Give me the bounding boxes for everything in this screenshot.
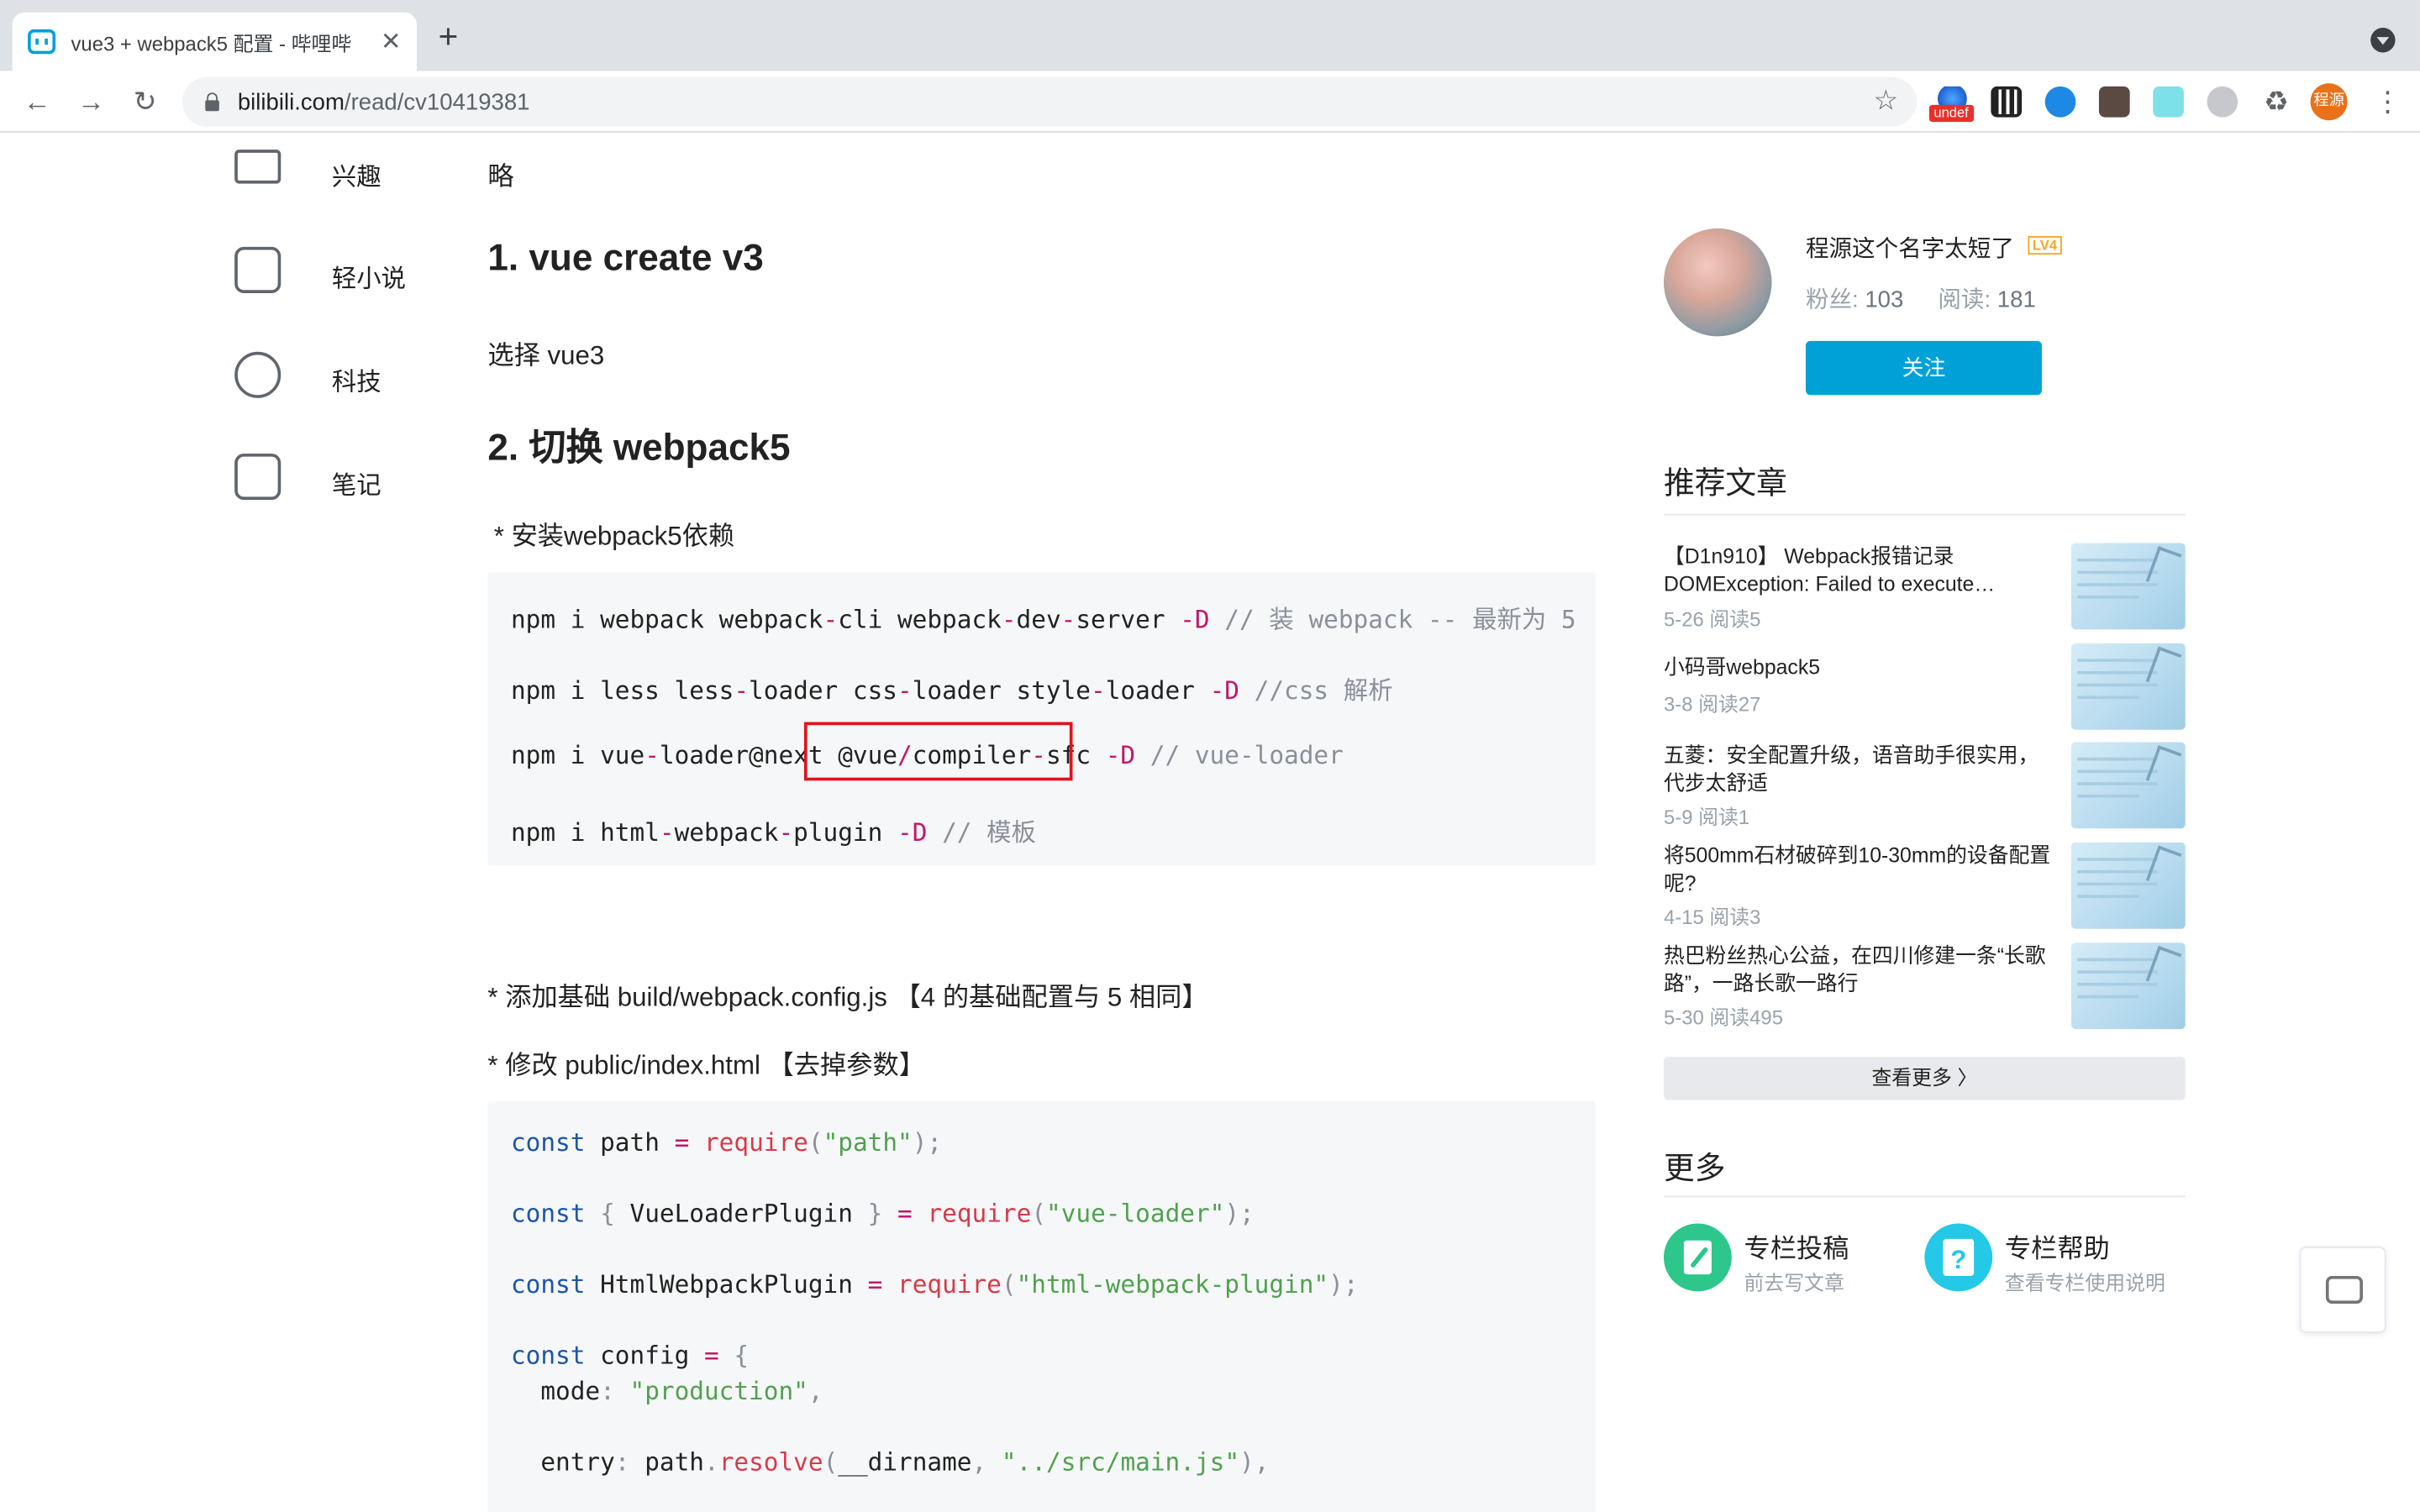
bullet-item: * 安装webpack5依赖 [493,521,735,551]
extension-swirl-icon[interactable] [2044,86,2076,118]
recommended-article[interactable]: 将500mm石材破碎到10-30mm的设备配置呢? 4-15 阅读3 [1663,842,2186,929]
url-text: bilibili.com/read/cv10419381 [237,88,530,115]
svg-text:?: ? [1950,1245,1966,1274]
rec-meta: 5-30 阅读495 [1663,1005,1783,1030]
code-line: npm i less less-loader css-loader style-… [510,675,1393,706]
author-stats: 粉丝: 103 阅读: 181 [1806,282,2036,315]
rec-meta: 5-9 阅读1 [1663,805,1750,829]
code-line: const config = { [510,1341,750,1370]
nav-item-light-novel[interactable]: 轻小说 [234,246,406,293]
code-block: npm i webpack webpack-cli webpack-dev-se… [487,572,1597,866]
rec-thumbnail [2070,942,2186,1030]
browser-tab[interactable]: vue3 + webpack5 配置 - 哔哩哔 ✕ [12,12,417,71]
card-subtitle: 查看专栏使用说明 [2004,1271,2165,1294]
bullet-item: * 修改 public/index.html 【去掉参数】 [487,1050,925,1080]
book-icon [234,246,281,293]
divider [1663,513,2186,516]
rec-meta: 4-15 阅读3 [1663,906,1761,929]
level-badge: LV4 [2028,236,2062,255]
divider [1663,1195,2186,1198]
back-arrow-icon[interactable]: ← [18,83,55,120]
edit-note-icon [234,453,281,501]
code-line: const path = require("path"); [510,1127,943,1158]
recommended-article[interactable]: 五菱：安全配置升级，语音助手很实用，代步太舒适 5-9 阅读1 [1663,742,2186,829]
bullet-item: * 添加基础 build/webpack.config.js 【4 的基础配置与… [487,982,1208,1012]
easel-icon [234,150,281,184]
rec-thumbnail [2070,742,2186,829]
nav-item-label: 轻小说 [331,266,407,293]
rec-thumbnail [2070,543,2186,630]
nav-item-label: 兴趣 [331,165,381,192]
rec-title: 【D1n910】 Webpack报错记录 DOMException: Faile… [1663,544,1996,596]
page-root: vue3 + webpack5 配置 - 哔哩哔 ✕ + ← → ↻ bilib… [0,0,2420,1512]
rec-thumbnail [2070,842,2186,929]
card-title: 专栏投稿 [1744,1234,1849,1264]
author-name[interactable]: 程源这个名字太短了 [1806,232,2014,265]
reload-icon[interactable]: ↻ [127,83,164,120]
extensions-puzzle-icon[interactable]: ♻ [2261,87,2292,118]
tab-title: vue3 + webpack5 配置 - 哔哩哔 [71,31,352,55]
code-line: const { VueLoaderPlugin } = require("vue… [510,1199,1255,1229]
lock-icon [203,92,219,112]
card-title: 专栏帮助 [2004,1234,2110,1264]
paragraph-text: 选择 vue3 [487,340,605,370]
recommended-article[interactable]: 小码哥webpack5 3-8 阅读27 [1664,643,2186,730]
nav-item-notes[interactable]: 笔记 [234,453,381,501]
profile-avatar[interactable]: 程源 [2310,83,2348,121]
section-heading: 1. vue create v3 [487,237,764,280]
rec-title: 五菱：安全配置升级，语音助手很实用，代步太舒适 [1663,743,2039,795]
rec-title: 热巴粉丝热心公益，在四川修建一条“长歌路”，一路长歌一路行 [1663,944,2046,995]
card-subtitle: 前去写文章 [1744,1271,1844,1294]
rec-title: 小码哥webpack5 [1663,655,1821,680]
recommended-article[interactable]: 热巴粉丝热心公益，在四川修建一条“长歌路”，一路长歌一路行 5-30 阅读495 [1663,942,2186,1030]
rec-title: 将500mm石材破碎到10-30mm的设备配置呢? [1663,843,2051,895]
highlight-annotation-box [803,722,1073,781]
fans-label: 粉丝: [1805,286,1859,313]
code-line: npm i html-webpack-plugin -D // 模板 [510,817,1036,848]
extension-new-icon[interactable] [2153,86,2184,118]
paragraph-text: 略 [487,161,514,192]
browser-menu-icon[interactable]: ⋮ [2374,83,2402,120]
rec-thumbnail [2070,643,2186,730]
tab-close-icon[interactable]: ✕ [381,26,402,57]
extension-gray-icon[interactable] [2207,86,2238,118]
qr-code-icon[interactable] [1991,86,2023,118]
author-avatar[interactable] [1663,228,1772,337]
nav-item-label: 科技 [331,370,381,397]
code-line: const HtmlWebpackPlugin = require("html-… [510,1269,1359,1299]
new-tab-button[interactable]: + [439,19,459,54]
nav-item-tech[interactable]: 科技 [234,351,381,398]
planet-icon [234,351,281,398]
address-bar[interactable]: bilibili.com/read/cv10419381 ☆ [182,76,1918,127]
nav-item-label: 笔记 [331,473,381,501]
extension-dark-icon[interactable] [2098,86,2130,118]
reads-label: 阅读: [1938,286,1991,313]
code-line: mode: "production", [510,1376,823,1406]
reads-count: 181 [1996,286,2036,313]
code-line: npm i webpack webpack-cli webpack-dev-se… [510,604,1576,634]
tab-search-icon[interactable] [2370,28,2396,53]
rec-meta: 5-26 阅读5 [1663,607,1761,632]
code-line: entry: path.resolve(__dirname, "../src/m… [510,1446,1270,1477]
section-heading: 2. 切换 webpack5 [487,427,791,470]
recommended-article[interactable]: 【D1n910】 Webpack报错记录 DOMException: Faile… [1663,543,2186,632]
rec-meta: 3-8 阅读27 [1663,692,1761,717]
bilibili-favicon-icon [28,29,56,55]
browser-tab-bar: vue3 + webpack5 配置 - 哔哩哔 ✕ + [0,0,2420,71]
forward-arrow-icon[interactable]: → [72,83,109,120]
bookmark-star-icon[interactable]: ☆ [1873,85,1898,118]
see-more-button[interactable]: 查看更多 〉 [1663,1057,2186,1100]
follow-button[interactable]: 关注 [1805,340,2042,396]
comment-float-button[interactable] [2299,1247,2386,1333]
extension-undef-badge: undef [1928,104,1974,123]
nav-item-interest[interactable]: 兴趣 [234,146,381,192]
write-article-icon [1663,1223,1732,1292]
recommended-title: 推荐文章 [1663,467,1787,501]
help-icon: ? [1924,1223,1993,1292]
more-section-title: 更多 [1663,1152,1726,1187]
fans-count: 103 [1865,286,1904,313]
browser-toolbar: ← → ↻ bilibili.com/read/cv10419381 ☆ und… [0,71,2420,133]
chat-bubble-icon [2325,1275,2363,1305]
code-block: const path = require("path"); const { Vue… [487,1101,1597,1512]
